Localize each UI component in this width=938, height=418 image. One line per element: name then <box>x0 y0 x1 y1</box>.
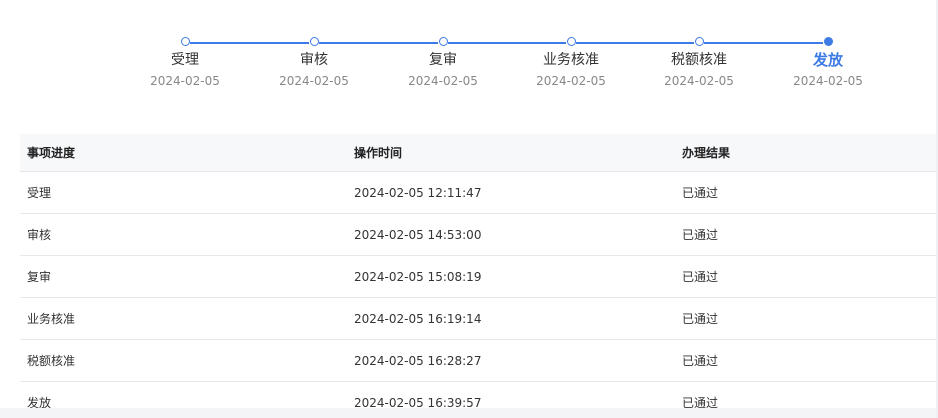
cell-time: 2024-02-05 16:19:14 <box>354 311 482 326</box>
step-dot <box>438 37 448 46</box>
cell-time: 2024-02-05 16:28:27 <box>354 353 482 368</box>
step-issue: 发放 2024-02-05 <box>763 37 893 89</box>
step-date: 2024-02-05 <box>664 74 734 88</box>
step-recheck: 复审 2024-02-05 <box>378 37 508 89</box>
step-dot <box>309 37 319 46</box>
step-date: 2024-02-05 <box>793 74 863 88</box>
step-dot <box>694 37 704 46</box>
table-row: 税额核准 2024-02-05 16:28:27 已通过 <box>20 340 938 382</box>
step-label: 业务核准 <box>543 52 599 68</box>
progress-table: 事项进度 操作时间 办理结果 受理 2024-02-05 12:11:47 已通… <box>20 134 938 418</box>
column-header-time: 操作时间 <box>354 146 403 160</box>
step-dot-active <box>823 37 833 46</box>
cell-result: 已通过 <box>682 186 719 200</box>
cell-result: 已通过 <box>682 270 719 284</box>
cell-result: 已通过 <box>682 312 719 326</box>
step-label: 复审 <box>429 52 457 68</box>
cell-progress: 复审 <box>27 270 52 284</box>
bottom-edge <box>0 408 938 418</box>
cell-time: 2024-02-05 15:08:19 <box>354 269 482 284</box>
step-dot <box>566 37 576 46</box>
table-row: 复审 2024-02-05 15:08:19 已通过 <box>20 256 938 298</box>
cell-result: 已通过 <box>682 228 719 242</box>
cell-progress: 税额核准 <box>27 354 76 368</box>
cell-progress: 受理 <box>27 186 52 200</box>
cell-progress: 审核 <box>27 228 52 242</box>
step-label: 审核 <box>300 52 328 68</box>
cell-time: 2024-02-05 12:11:47 <box>354 185 482 200</box>
table-row: 业务核准 2024-02-05 16:19:14 已通过 <box>20 298 938 340</box>
step-business-approval: 业务核准 2024-02-05 <box>506 37 636 89</box>
step-label: 税额核准 <box>671 52 727 68</box>
step-accept: 受理 2024-02-05 <box>120 37 250 89</box>
cell-progress: 业务核准 <box>27 312 76 326</box>
cell-time: 2024-02-05 14:53:00 <box>354 227 482 242</box>
step-label: 发放 <box>812 51 843 69</box>
step-date: 2024-02-05 <box>150 74 220 88</box>
cell-result: 已通过 <box>682 354 719 368</box>
progress-page: 受理 2024-02-05 审核 2024-02-05 复审 2024-02-0… <box>0 0 938 418</box>
step-tax-approval: 税额核准 2024-02-05 <box>634 37 764 89</box>
table-row: 受理 2024-02-05 12:11:47 已通过 <box>20 172 938 214</box>
progress-steps: 受理 2024-02-05 审核 2024-02-05 复审 2024-02-0… <box>0 0 938 110</box>
table-row: 审核 2024-02-05 14:53:00 已通过 <box>20 214 938 256</box>
step-date: 2024-02-05 <box>408 74 478 88</box>
table-header-row: 事项进度 操作时间 办理结果 <box>20 134 938 172</box>
step-review: 审核 2024-02-05 <box>249 37 379 89</box>
step-label: 受理 <box>171 52 199 68</box>
column-header-progress: 事项进度 <box>27 146 76 160</box>
step-date: 2024-02-05 <box>279 74 349 88</box>
step-dot <box>180 37 190 46</box>
column-header-result: 办理结果 <box>682 146 731 160</box>
step-date: 2024-02-05 <box>536 74 606 88</box>
